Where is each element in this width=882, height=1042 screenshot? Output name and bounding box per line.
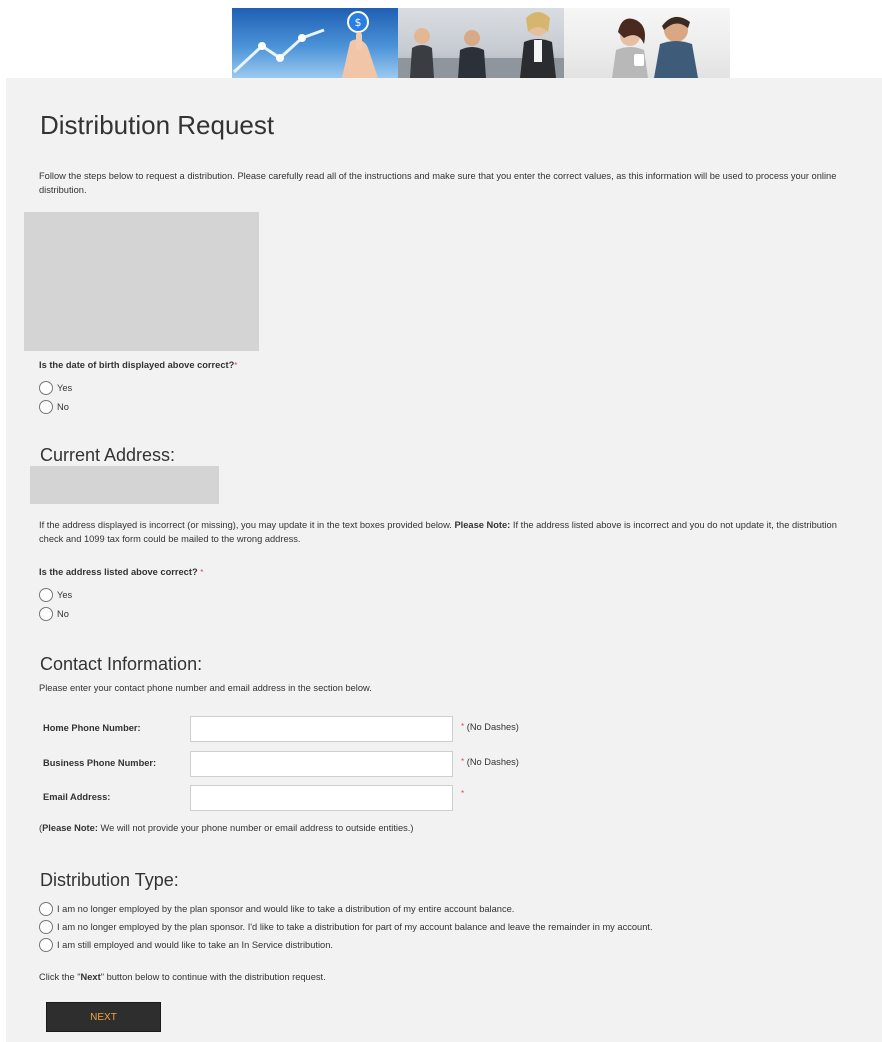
business-meeting-image [398,8,564,78]
contact-instructions: Please enter your contact phone number a… [39,683,372,693]
stock-chart-image: $ [232,8,398,78]
current-address-heading: Current Address: [40,445,176,465]
next-button[interactable]: NEXT [46,1002,161,1032]
home-phone-hint: * (No Dashes) [461,722,519,732]
address-question: Is the address listed above correct? * [39,567,204,577]
distribution-option-partial[interactable]: I am no longer employed by the plan spon… [39,919,653,935]
page-title: Distribution Request [40,110,275,140]
contact-information-heading: Contact Information: [40,654,203,674]
svg-text:$: $ [355,16,362,29]
address-option-no[interactable]: No [39,606,72,622]
continue-instructions: Click the "Next" button below to continu… [39,972,326,982]
email-address-label: Email Address: [43,792,111,802]
radio-button[interactable] [39,920,53,934]
distribution-type-radio-group: I am no longer employed by the plan spon… [39,901,653,953]
email-address-input[interactable] [190,785,453,811]
address-notice: If the address displayed is incorrect (o… [39,520,837,544]
dob-option-yes[interactable]: Yes [39,380,72,396]
distribution-option-in-service[interactable]: I am still employed and would like to ta… [39,937,653,953]
distribution-type-heading: Distribution Type: [40,870,179,890]
business-phone-hint: * (No Dashes) [461,757,519,767]
radio-button[interactable] [39,938,53,952]
couple-image [564,8,730,78]
email-address-hint: * [461,789,465,798]
distribution-option-full[interactable]: I am no longer employed by the plan spon… [39,901,653,917]
dob-option-no[interactable]: No [39,399,72,415]
header-banner: $ [232,8,730,78]
business-phone-label: Business Phone Number: [43,758,157,768]
home-phone-label: Home Phone Number: [43,723,141,733]
dob-radio-group: Yes No [39,380,72,415]
dob-question: Is the date of birth displayed above cor… [39,360,238,370]
radio-button[interactable] [39,381,53,395]
date-of-birth-redacted-block [24,212,259,351]
radio-button[interactable] [39,588,53,602]
intro-text: Follow the steps below to request a dist… [39,171,837,195]
address-option-yes[interactable]: Yes [39,587,72,603]
radio-button[interactable] [39,400,53,414]
current-address-redacted-block [30,466,219,504]
radio-button[interactable] [39,607,53,621]
radio-button[interactable] [39,902,53,916]
privacy-note: (Please Note: We will not provide your p… [39,823,414,833]
distribution-request-panel: Distribution Request Follow the steps be… [6,78,882,1042]
home-phone-input[interactable] [190,716,453,742]
business-phone-input[interactable] [190,751,453,777]
address-radio-group: Yes No [39,587,72,622]
